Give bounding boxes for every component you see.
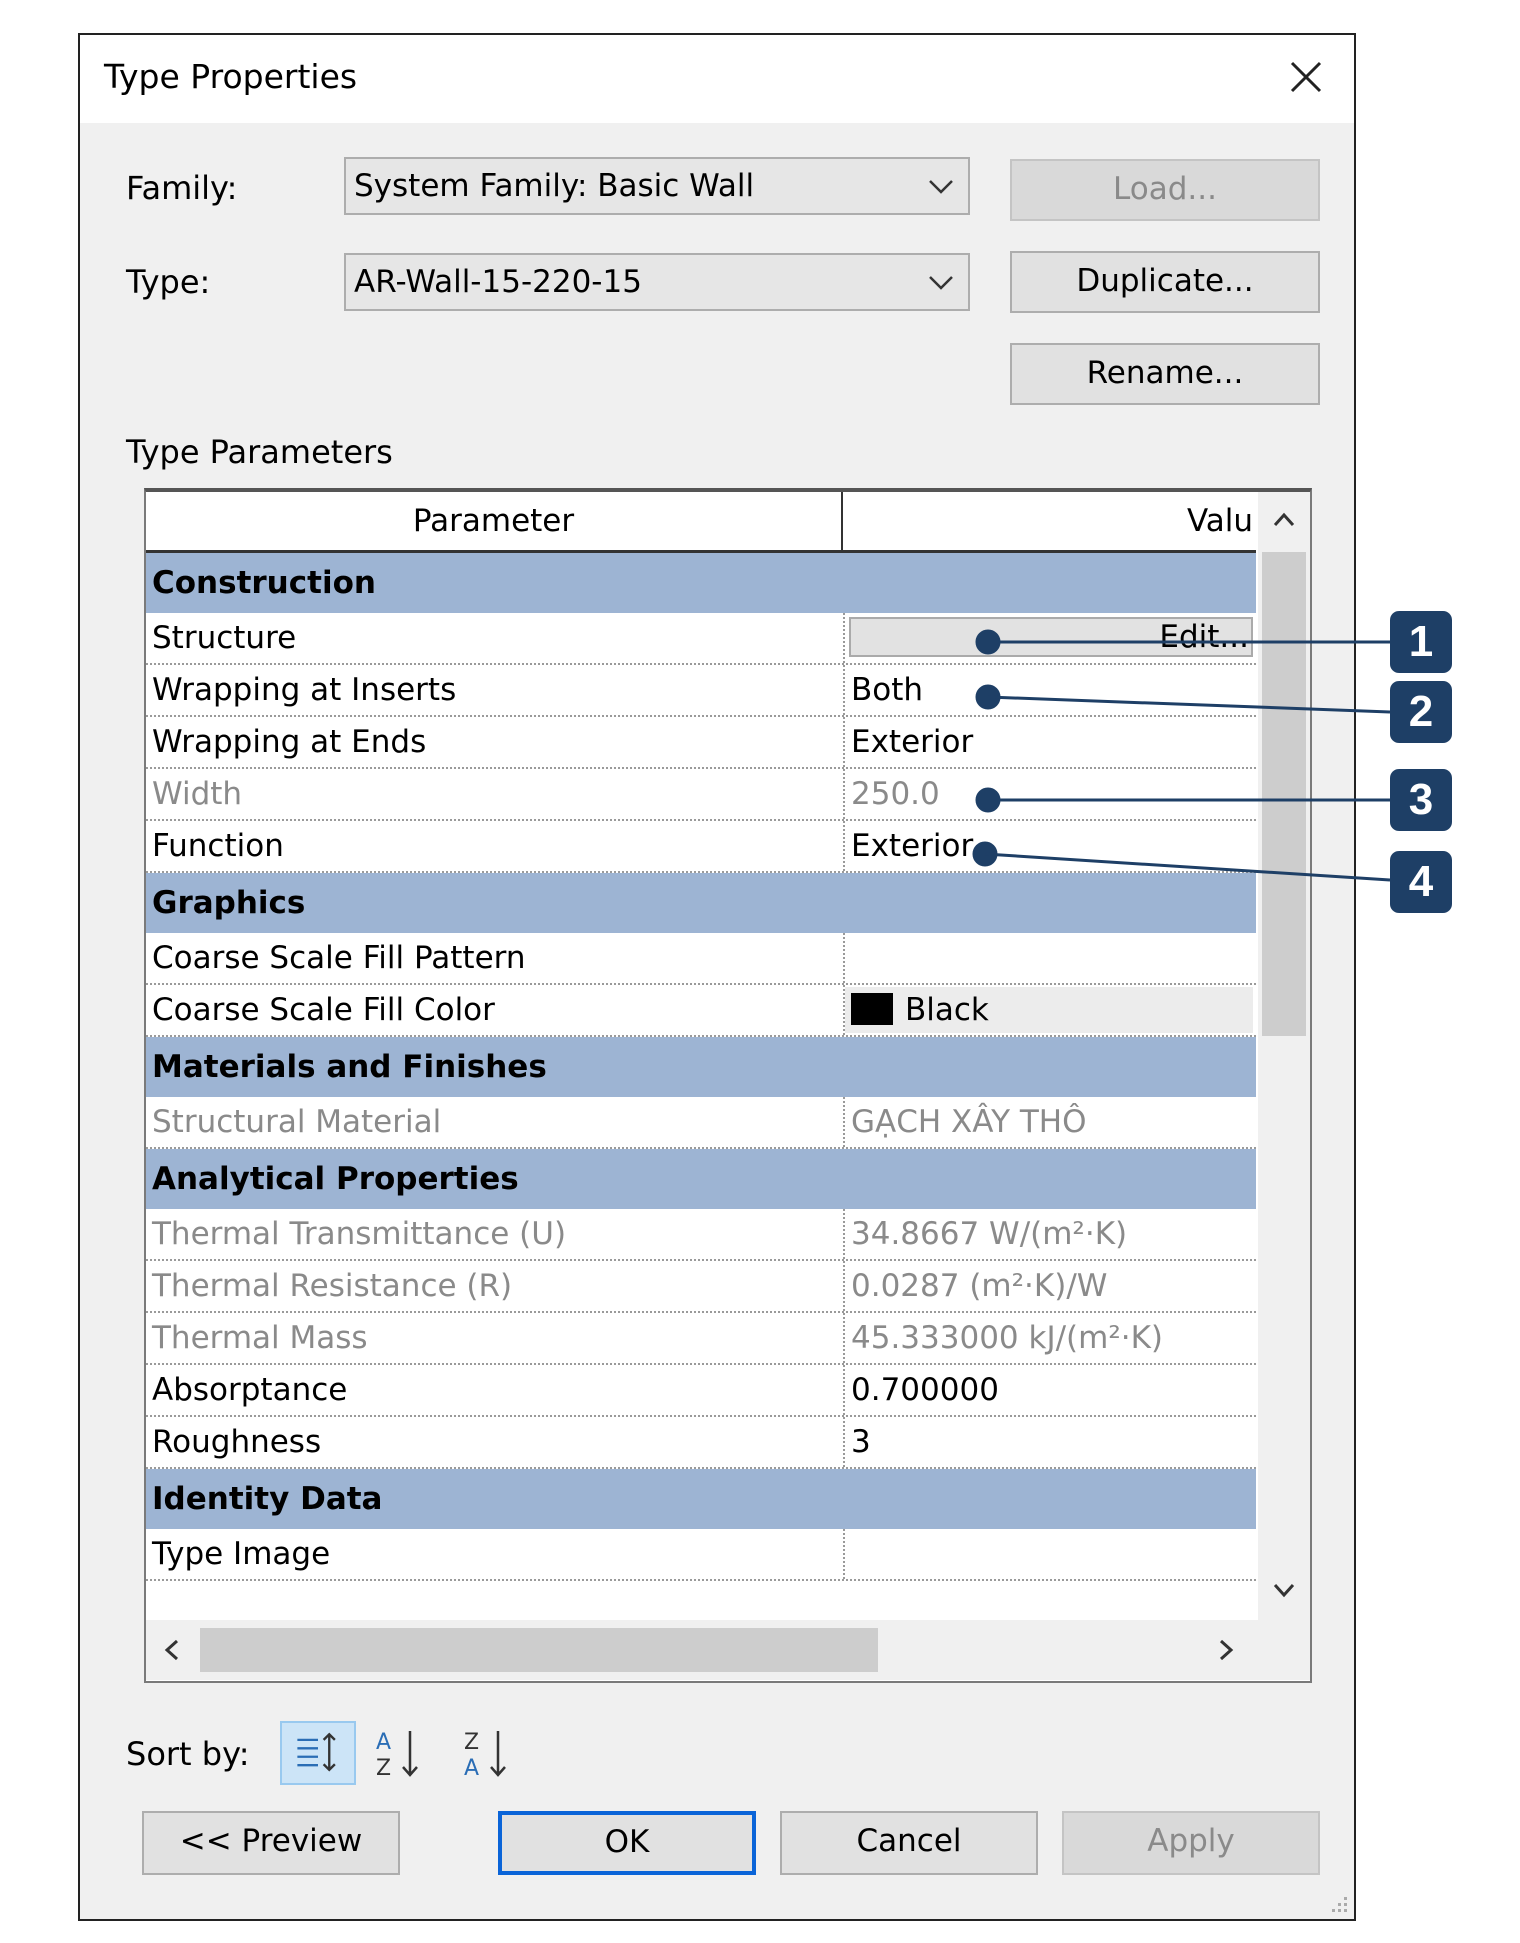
row-width: Width 250.0 — [146, 769, 1256, 821]
scroll-right-icon[interactable] — [1208, 1632, 1244, 1668]
value-width: 250.0 — [843, 769, 1253, 819]
value-coarse-pattern[interactable] — [843, 933, 1253, 983]
row-coarse-color[interactable]: Coarse Scale Fill Color Black — [146, 985, 1256, 1037]
type-parameters-label: Type Parameters — [126, 433, 393, 471]
row-wrapping-inserts[interactable]: Wrapping at Inserts Both — [146, 665, 1256, 717]
load-button[interactable]: Load... — [1010, 159, 1320, 221]
value-structure: Edit... — [843, 613, 1253, 663]
row-coarse-pattern[interactable]: Coarse Scale Fill Pattern — [146, 933, 1256, 985]
close-icon[interactable] — [1280, 51, 1332, 103]
value-thermal-r: 0.0287 (m²·K)/W — [843, 1261, 1253, 1311]
group-identity[interactable]: Identity Data — [146, 1469, 1256, 1529]
param-thermal-mass: Thermal Mass — [152, 1320, 368, 1356]
row-function[interactable]: Function Exterior — [146, 821, 1256, 873]
row-thermal-r: Thermal Resistance (R) 0.0287 (m²·K)/W — [146, 1261, 1256, 1313]
resize-grip-icon[interactable] — [1326, 1891, 1350, 1915]
param-thermal-u: Thermal Transmittance (U) — [152, 1216, 567, 1252]
param-wrapping-inserts: Wrapping at Inserts — [152, 672, 457, 708]
scroll-up-icon[interactable] — [1266, 502, 1302, 538]
param-type-image: Type Image — [152, 1536, 331, 1572]
row-type-image[interactable]: Type Image — [146, 1529, 1256, 1581]
svg-text:Z: Z — [464, 1730, 479, 1755]
svg-text:A: A — [376, 1730, 391, 1755]
group-graphics[interactable]: Graphics — [146, 873, 1256, 933]
param-thermal-r: Thermal Resistance (R) — [152, 1268, 513, 1304]
param-width: Width — [152, 776, 243, 812]
duplicate-button[interactable]: Duplicate... — [1010, 251, 1320, 313]
color-picker-button[interactable]: Black — [845, 987, 1253, 1033]
type-label: Type: — [126, 263, 211, 301]
scroll-down-icon[interactable] — [1266, 1572, 1302, 1608]
type-properties-dialog: Type Properties Family: System Family: B… — [78, 33, 1356, 1921]
preview-button[interactable]: << Preview — [142, 1811, 400, 1875]
sort-by-group-icon[interactable] — [280, 1721, 356, 1785]
value-roughness[interactable]: 3 — [843, 1417, 1253, 1467]
chevron-down-icon — [926, 173, 956, 199]
group-materials[interactable]: Materials and Finishes — [146, 1037, 1256, 1097]
value-thermal-u: 34.8667 W/(m²·K) — [843, 1209, 1253, 1259]
rename-button[interactable]: Rename... — [1010, 343, 1320, 405]
family-combobox[interactable]: System Family: Basic Wall — [344, 157, 970, 215]
row-thermal-u: Thermal Transmittance (U) 34.8667 W/(m²·… — [146, 1209, 1256, 1261]
value-absorptance[interactable]: 0.700000 — [843, 1365, 1253, 1415]
vertical-scrollbar[interactable] — [1258, 492, 1310, 1620]
chevron-down-icon — [926, 269, 956, 295]
color-swatch — [851, 992, 893, 1025]
family-value: System Family: Basic Wall — [354, 168, 755, 204]
type-combobox[interactable]: AR-Wall-15-220-15 — [344, 253, 970, 311]
value-thermal-mass: 45.333000 kJ/(m²·K) — [843, 1313, 1253, 1363]
svg-text:Z: Z — [376, 1756, 391, 1781]
sort-descending-icon[interactable]: Z A — [450, 1721, 526, 1785]
type-parameters-grid: Parameter Valu Construction Structure Ed… — [144, 488, 1312, 1683]
row-wrapping-ends[interactable]: Wrapping at Ends Exterior — [146, 717, 1256, 769]
dialog-title: Type Properties — [104, 57, 358, 96]
value-function[interactable]: Exterior — [843, 821, 1253, 871]
scroll-left-icon[interactable] — [154, 1632, 190, 1668]
row-structure[interactable]: Structure Edit... — [146, 613, 1256, 665]
value-type-image[interactable] — [843, 1529, 1253, 1579]
value-coarse-color[interactable]: Black — [843, 985, 1253, 1035]
row-thermal-mass: Thermal Mass 45.333000 kJ/(m²·K) — [146, 1313, 1256, 1365]
grid-header: Parameter Valu — [146, 492, 1256, 553]
sort-by-label: Sort by: — [126, 1735, 250, 1773]
param-function: Function — [152, 828, 284, 864]
type-value: AR-Wall-15-220-15 — [354, 264, 642, 300]
svg-text:A: A — [464, 1756, 479, 1781]
edit-structure-button[interactable]: Edit... — [849, 617, 1253, 657]
row-absorptance[interactable]: Absorptance 0.700000 — [146, 1365, 1256, 1417]
param-structural-material: Structural Material — [152, 1104, 442, 1140]
family-label: Family: — [126, 169, 238, 207]
value-wrapping-ends[interactable]: Exterior — [843, 717, 1253, 767]
group-construction[interactable]: Construction — [146, 553, 1256, 613]
cancel-button[interactable]: Cancel — [780, 1811, 1038, 1875]
ok-button[interactable]: OK — [498, 1811, 756, 1875]
param-wrapping-ends: Wrapping at Ends — [152, 724, 427, 760]
color-name: Black — [905, 992, 989, 1028]
vertical-scroll-thumb[interactable] — [1262, 552, 1306, 1036]
horizontal-scrollbar[interactable] — [146, 1620, 1310, 1680]
title-bar: Type Properties — [80, 35, 1354, 123]
param-roughness: Roughness — [152, 1424, 322, 1460]
callout-badge-2: 2 — [1390, 681, 1452, 743]
row-roughness[interactable]: Roughness 3 — [146, 1417, 1256, 1469]
row-structural-material: Structural Material GẠCH XÂY THÔ — [146, 1097, 1256, 1149]
group-analytical[interactable]: Analytical Properties — [146, 1149, 1256, 1209]
callout-badge-1: 1 — [1390, 611, 1452, 673]
parameter-column-header[interactable]: Parameter — [146, 492, 843, 550]
param-coarse-pattern: Coarse Scale Fill Pattern — [152, 940, 526, 976]
value-wrapping-inserts[interactable]: Both — [843, 665, 1253, 715]
grid-rows: Construction Structure Edit... Wrapping … — [146, 553, 1256, 1581]
param-structure: Structure — [152, 620, 297, 656]
param-coarse-color: Coarse Scale Fill Color — [152, 992, 495, 1028]
value-structural-material: GẠCH XÂY THÔ — [843, 1097, 1253, 1147]
horizontal-scroll-thumb[interactable] — [200, 1628, 878, 1672]
param-absorptance: Absorptance — [152, 1372, 348, 1408]
value-column-header[interactable]: Valu — [843, 492, 1253, 550]
apply-button[interactable]: Apply — [1062, 1811, 1320, 1875]
sort-ascending-icon[interactable]: A Z — [362, 1721, 438, 1785]
callout-badge-4: 4 — [1390, 851, 1452, 913]
callout-badge-3: 3 — [1390, 769, 1452, 831]
